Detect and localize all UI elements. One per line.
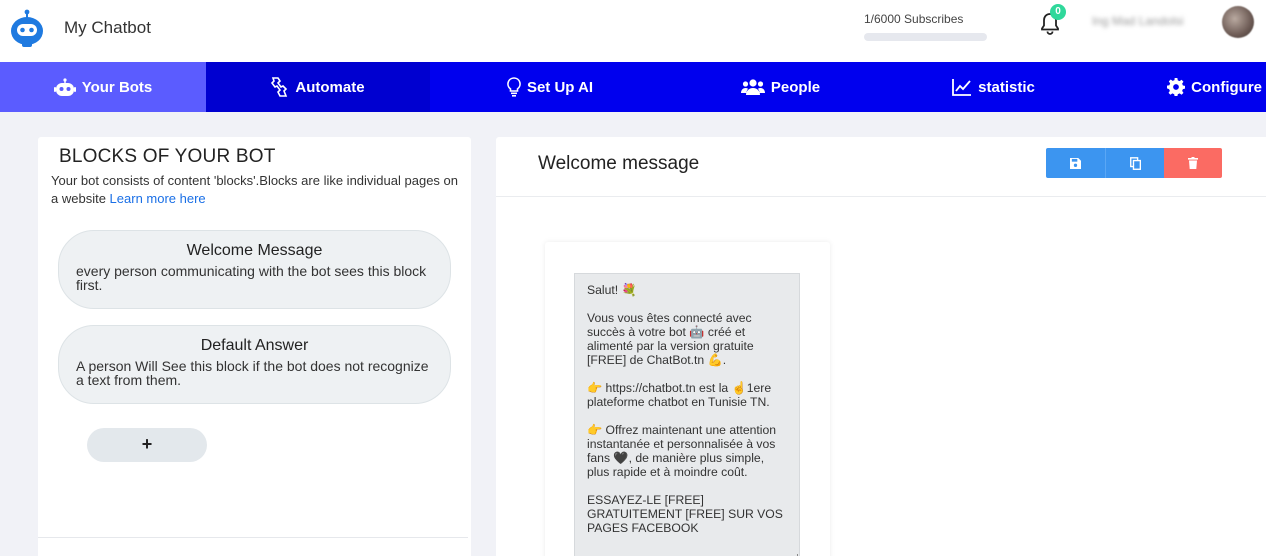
message-line-4: 👉 Offrez maintenant une attention instan…: [587, 423, 780, 479]
user-name[interactable]: Ing Mad Landolsi: [1092, 14, 1183, 28]
message-line-1: Salut! 💐: [587, 283, 637, 297]
blocks-panel: BLOCKS OF YOUR BOT Your bot consists of …: [38, 137, 471, 556]
block-title: Default Answer: [200, 337, 309, 354]
copy-icon: [1129, 156, 1141, 170]
nav-configure[interactable]: Configure: [1096, 62, 1266, 112]
delete-button[interactable]: [1164, 148, 1222, 178]
subscriber-count: 1/6000 Subscribes: [864, 12, 964, 26]
automate-icon: [271, 77, 288, 97]
message-line-2: Vous vous êtes connecté avec succès à vo…: [587, 311, 758, 367]
add-block-button[interactable]: +: [87, 428, 207, 462]
robot-icon: [53, 78, 76, 96]
people-icon: [740, 79, 765, 95]
editor-panel: Welcome message Salut! 💐 Vous vous êtes …: [496, 137, 1266, 556]
nav-label: Your Bots: [81, 78, 153, 96]
nav-set-up-ai[interactable]: Set Up AI: [430, 62, 670, 112]
block-welcome-message[interactable]: Welcome Message every person communicati…: [58, 230, 451, 309]
top-bar: My Chatbot 1/6000 Subscribes 0 Ing Mad L…: [0, 0, 1266, 62]
message-line-3: 👉 https://chatbot.tn est la ☝️1ere plate…: [587, 381, 775, 409]
block-description: A person Will See this block if the bot …: [76, 358, 429, 388]
block-title: Welcome Message: [186, 242, 323, 259]
gear-icon: [1167, 78, 1186, 96]
nav-statistic[interactable]: statistic: [891, 62, 1096, 112]
save-icon: [1070, 157, 1081, 169]
lightbulb-icon: [507, 77, 521, 97]
nav-label: Automate: [295, 78, 365, 96]
block-description: every person communicating with the bot …: [76, 263, 427, 293]
nav-people[interactable]: People: [670, 62, 891, 112]
avatar[interactable]: [1222, 6, 1254, 38]
save-button[interactable]: [1046, 148, 1105, 178]
chatbot-logo-icon[interactable]: [10, 9, 44, 49]
copy-button[interactable]: [1105, 148, 1164, 178]
editor-title: Welcome message: [538, 153, 700, 174]
main-nav: Your Bots Automate Set Up AI People stat…: [0, 62, 1266, 112]
block-default-answer[interactable]: Default Answer A person Will See this bl…: [58, 325, 451, 404]
nav-label: Set Up AI: [526, 78, 594, 96]
message-textarea[interactable]: Salut! 💐 Vous vous êtes connecté avec su…: [574, 273, 800, 556]
nav-label: People: [770, 78, 821, 96]
app-title: My Chatbot: [64, 18, 151, 37]
nav-automate[interactable]: Automate: [206, 62, 430, 112]
divider: [38, 537, 468, 538]
message-line-5: ESSAYEZ-LE [FREE] GRATUITEMENT [FREE] SU…: [587, 493, 787, 535]
learn-more-link[interactable]: Learn more here: [110, 191, 206, 206]
message-card: Salut! 💐 Vous vous êtes connecté avec su…: [545, 242, 830, 556]
blocks-panel-title: BLOCKS OF YOUR BOT: [59, 146, 276, 167]
nav-your-bots[interactable]: Your Bots: [0, 62, 206, 112]
subscriber-usage: 1/6000 Subscribes: [864, 12, 987, 41]
editor-toolbar: [1046, 148, 1222, 178]
chart-line-icon: [952, 79, 972, 96]
divider: [496, 196, 1266, 197]
trash-icon: [1188, 157, 1198, 169]
nav-label: statistic: [978, 78, 1035, 96]
subscriber-progress-bar: [864, 33, 987, 41]
notification-badge: 0: [1050, 4, 1066, 20]
nav-label: Configure: [1191, 78, 1262, 96]
blocks-panel-description: Your bot consists of content 'blocks'.Bl…: [51, 172, 461, 208]
